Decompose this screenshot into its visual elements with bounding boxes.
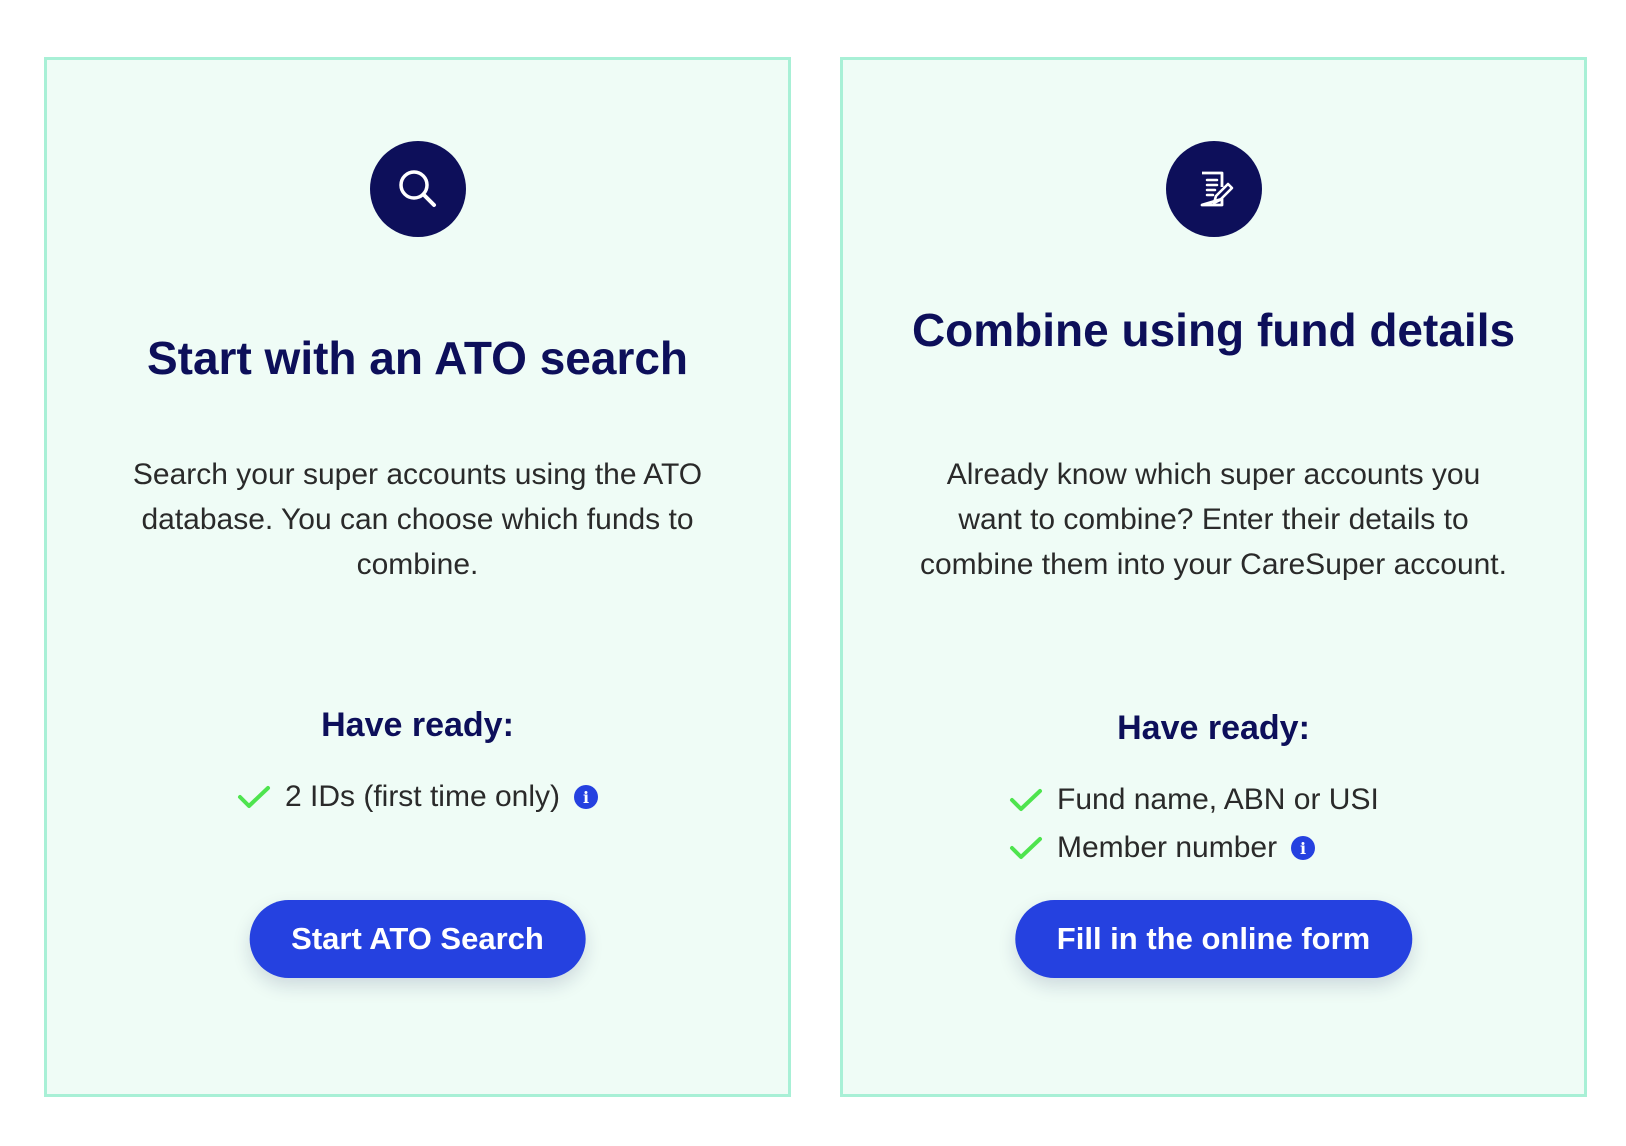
search-icon xyxy=(398,170,436,207)
card-description: Already know which super accounts you wa… xyxy=(920,458,1507,581)
have-ready-item-label: Fund name, ABN or USI xyxy=(1057,783,1379,816)
info-icon[interactable]: i xyxy=(574,785,599,809)
search-icon-badge xyxy=(369,141,466,237)
have-ready-item-label: 2 IDs (first time only) xyxy=(284,780,561,813)
document-edit-icon-badge xyxy=(1165,141,1262,237)
have-ready-item-label: Member number xyxy=(1057,831,1278,864)
card-description: Search your super accounts using the ATO… xyxy=(132,458,703,581)
check-icon xyxy=(237,786,270,808)
fund-details-card: Combine using fund details Already know … xyxy=(840,57,1587,1097)
card-title: Combine using fund details xyxy=(911,304,1516,356)
have-ready-heading: Have ready: xyxy=(321,706,514,744)
ato-search-card: Start with an ATO search Search your sup… xyxy=(44,57,791,1097)
info-icon[interactable]: i xyxy=(1291,836,1316,860)
have-ready-item: 2 IDs (first time only) i xyxy=(237,773,599,821)
fill-online-form-button[interactable]: Fill in the online form xyxy=(1014,900,1413,978)
have-ready-item: Member number i xyxy=(1009,824,1316,872)
document-edit-icon xyxy=(1200,171,1233,207)
check-icon xyxy=(1010,837,1042,859)
have-ready-item: Fund name, ABN or USI xyxy=(1009,776,1379,824)
have-ready-list: Fund name, ABN or USI Member number i xyxy=(843,776,1584,872)
card-title: Start with an ATO search xyxy=(146,332,689,384)
start-ato-search-button[interactable]: Start ATO Search xyxy=(249,900,586,978)
have-ready-heading: Have ready: xyxy=(1117,709,1310,747)
check-icon xyxy=(1010,789,1042,811)
have-ready-list: 2 IDs (first time only) i xyxy=(47,773,788,821)
